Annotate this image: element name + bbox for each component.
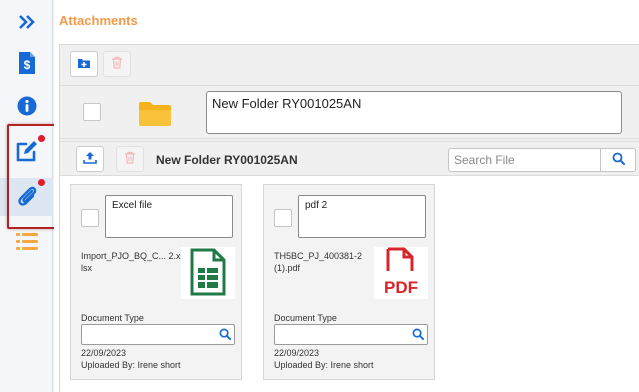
file-preview[interactable]: PDF: [374, 247, 428, 299]
svg-text:$: $: [23, 58, 30, 72]
list-icon: [15, 231, 39, 254]
uploaded-by: Uploaded By: Irene short: [81, 360, 181, 370]
attachments-panel: New Folder RY001025AN New Folder RY00102…: [59, 44, 639, 392]
page-title: Attachments: [59, 13, 138, 28]
pdf-file-icon: PDF: [380, 247, 422, 300]
add-folder-icon: [77, 57, 91, 72]
files-header: New Folder RY001025AN: [60, 142, 639, 176]
search-icon: [612, 152, 625, 168]
upload-date: 22/09/2023: [274, 348, 320, 358]
document-type-label: Document Type: [81, 313, 144, 323]
document-type-label: Document Type: [274, 313, 337, 323]
info-button[interactable]: [0, 88, 53, 126]
uploaded-by: Uploaded By: Irene short: [274, 360, 374, 370]
upload-icon: [83, 151, 97, 167]
file-description-field[interactable]: pdf 2: [298, 195, 426, 238]
search-icon[interactable]: [219, 328, 231, 343]
file-name: TH5BC_PJ_400381-2 (1).pdf: [274, 251, 363, 273]
folder-title: New Folder RY001025AN: [156, 153, 298, 167]
file-card[interactable]: pdf 2 TH5BC_PJ_400381-2 (1).pdf PDF Docu…: [263, 184, 435, 380]
files-panel: New Folder RY001025AN Excel file Import_…: [60, 141, 639, 392]
add-folder-button[interactable]: [70, 51, 98, 77]
delete-file-button[interactable]: [116, 146, 144, 172]
folder-checkbox[interactable]: [83, 103, 101, 121]
upload-button[interactable]: [76, 146, 104, 172]
expand-button[interactable]: [0, 4, 53, 42]
folder-icon: [138, 100, 172, 130]
svg-text:PDF: PDF: [384, 278, 418, 297]
file-card[interactable]: Excel file Import_PJO_BQ_C... 2.xlsx Doc…: [70, 184, 242, 380]
document-type-field[interactable]: [274, 324, 428, 345]
folder-name-field[interactable]: New Folder RY001025AN: [206, 91, 622, 134]
file-checkbox[interactable]: [81, 209, 99, 227]
search-icon[interactable]: [412, 328, 424, 343]
file-search: [448, 148, 636, 172]
double-chevron-right-icon: [17, 14, 37, 33]
info-icon: [17, 96, 37, 119]
delete-folder-button[interactable]: [103, 51, 131, 77]
file-checkbox[interactable]: [274, 209, 292, 227]
trash-icon: [124, 151, 136, 167]
search-button[interactable]: [600, 148, 636, 172]
file-description-field[interactable]: Excel file: [105, 195, 233, 238]
document-type-field[interactable]: [81, 324, 235, 345]
file-preview[interactable]: [181, 247, 235, 299]
trash-icon: [111, 56, 123, 72]
dollar-document-icon: $: [17, 51, 37, 78]
billing-button[interactable]: $: [0, 45, 53, 83]
excel-file-icon: [188, 248, 228, 299]
main-content: Attachments New Folder RY001025AN New Fo…: [54, 0, 639, 392]
search-input[interactable]: [448, 148, 600, 172]
upload-date: 22/09/2023: [81, 348, 127, 358]
file-name: Import_PJO_BQ_C... 2.xlsx: [81, 251, 181, 273]
folder-row[interactable]: New Folder RY001025AN: [60, 85, 639, 139]
